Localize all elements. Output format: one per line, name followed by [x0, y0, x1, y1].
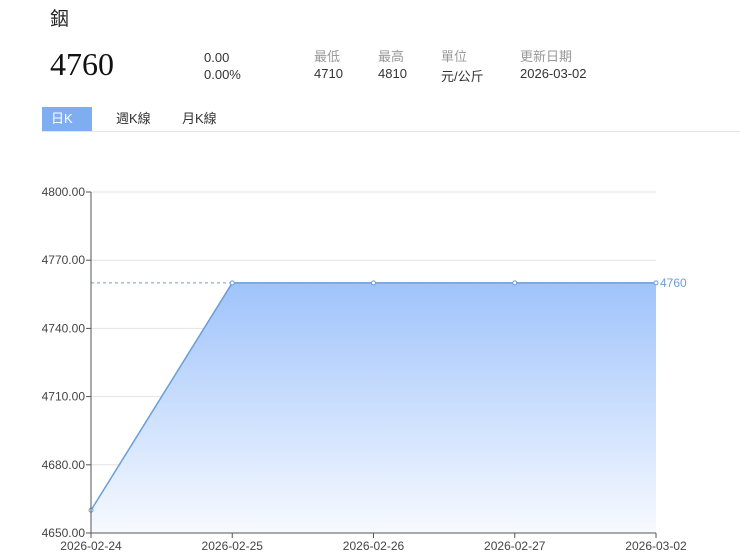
price-chart: 4650.00 4680.00 4710.00 4740.00 4770.00 4800.…: [42, 185, 687, 553]
x-tick-label: 2026-02-25: [202, 539, 264, 553]
data-point: [653, 280, 659, 286]
y-tick-label: 4770.00: [42, 253, 86, 267]
x-tick-label: 2026-03-02: [625, 539, 687, 553]
x-tick-label: 2026-02-27: [484, 539, 546, 553]
data-point: [512, 280, 518, 286]
y-tick-label: 4650.00: [42, 526, 86, 540]
last-price-label: 4760: [660, 276, 687, 290]
y-tick-label: 4680.00: [42, 458, 86, 472]
x-tick-label: 2026-02-24: [60, 539, 122, 553]
y-tick-label: 4800.00: [42, 185, 86, 199]
y-tick-label: 4740.00: [42, 321, 86, 335]
data-point: [229, 280, 235, 286]
area-fill: [91, 282, 656, 533]
data-point: [371, 280, 376, 286]
x-tick-label: 2026-02-26: [343, 539, 405, 553]
y-tick-label: 4710.00: [42, 390, 86, 404]
